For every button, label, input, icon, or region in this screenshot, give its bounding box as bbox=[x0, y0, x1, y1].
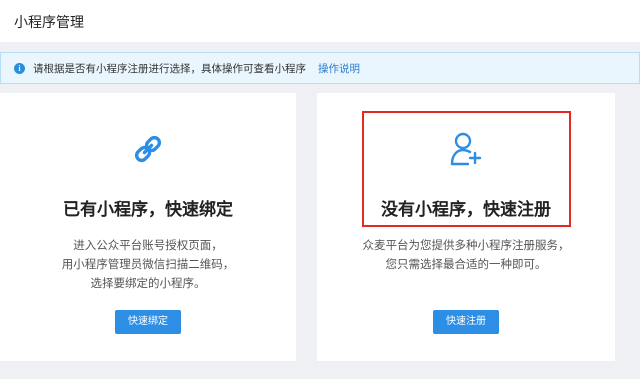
card-desc-line: 众麦平台为您提供多种小程序注册服务， bbox=[362, 238, 570, 252]
card-desc-line: 选择要绑定的小程序。 bbox=[90, 276, 206, 290]
page-title: 小程序管理 bbox=[14, 15, 84, 31]
notice-bar: i 请根据是否有小程序注册进行选择，具体操作可查看小程序 操作说明 bbox=[0, 52, 640, 84]
card-desc-line: 您只需选择最合适的一种即可。 bbox=[385, 257, 547, 271]
notice-text: 请根据是否有小程序注册进行选择，具体操作可查看小程序 bbox=[33, 62, 306, 75]
card-description: 进入公众平台账号授权页面， 用小程序管理员微信扫描二维码， 选择要绑定的小程序。 bbox=[0, 236, 296, 293]
card-desc-line: 用小程序管理员微信扫描二维码， bbox=[61, 257, 235, 271]
highlight-box bbox=[362, 111, 571, 227]
page-header: 小程序管理 bbox=[0, 0, 640, 42]
quick-bind-button[interactable]: 快速绑定 bbox=[115, 310, 181, 334]
bind-existing-card: 已有小程序，快速绑定 进入公众平台账号授权页面， 用小程序管理员微信扫描二维码，… bbox=[0, 93, 296, 361]
quick-register-button[interactable]: 快速注册 bbox=[433, 310, 499, 334]
card-title: 已有小程序，快速绑定 bbox=[63, 200, 233, 220]
card-description: 众麦平台为您提供多种小程序注册服务， 您只需选择最合适的一种即可。 bbox=[317, 236, 615, 274]
card-desc-line: 进入公众平台账号授权页面， bbox=[73, 238, 223, 252]
link-icon bbox=[130, 131, 166, 171]
info-icon: i bbox=[14, 62, 25, 74]
operation-guide-link[interactable]: 操作说明 bbox=[318, 61, 360, 76]
